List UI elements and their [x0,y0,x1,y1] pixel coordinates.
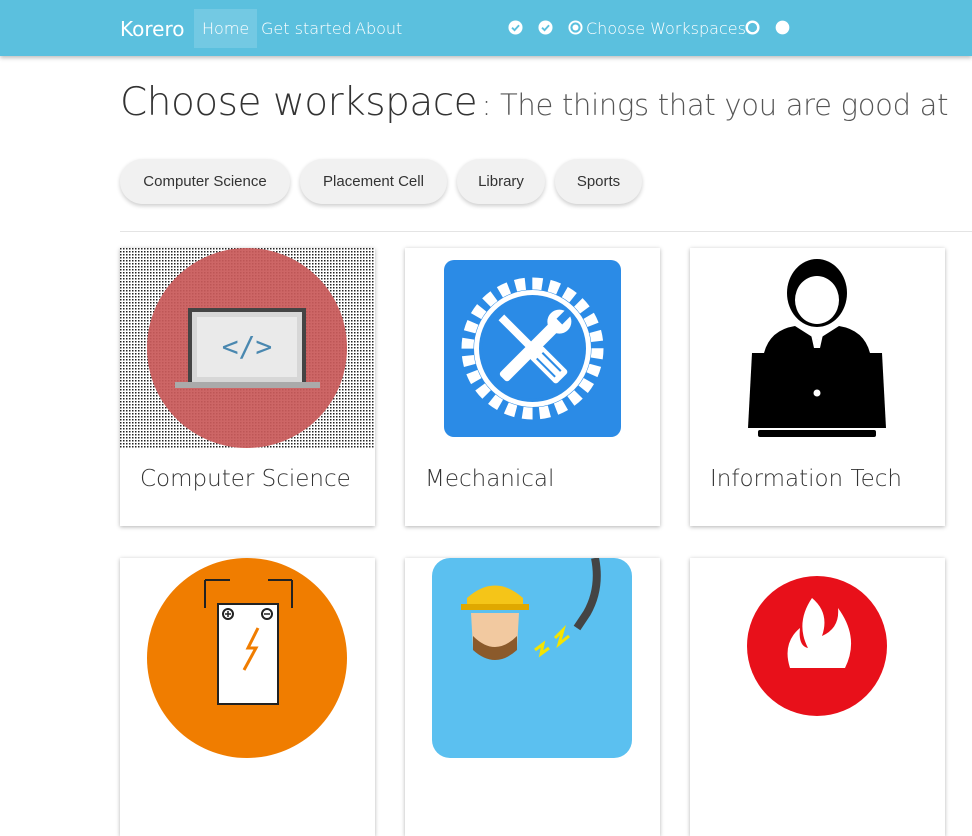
workspace-card-fire[interactable] [690,558,945,836]
page-subtitle: : The things that you are good at [481,88,949,122]
check-circle-icon [538,20,553,35]
nav-home-link[interactable]: Home [194,9,258,48]
nav-get-started-link[interactable]: Get started [253,9,360,48]
workspace-card-computer-science[interactable]: </> Computer Science [120,248,375,526]
section-divider [120,231,972,232]
radio-dot-icon [568,20,583,35]
workspace-card-mechanical[interactable]: Mechanical [405,248,660,526]
workspace-card-electrician[interactable] [405,558,660,836]
current-step-label: Choose Workspaces [586,19,746,38]
chip-sports[interactable]: Sports [555,159,642,204]
check-circle-icon [508,20,523,35]
chip-computer-science[interactable]: Computer Science [120,159,290,204]
gear-tools-icon [444,260,621,437]
top-navbar: Korero Home Get started About Choose Wor… [0,0,972,56]
card-title: Information Tech [710,466,902,492]
workspace-card-information-tech[interactable]: Information Tech [690,248,945,526]
card-title: Mechanical [425,466,555,492]
filled-dot-icon [775,20,790,35]
person-laptop-icon [748,259,886,437]
chip-placement-cell[interactable]: Placement Cell [300,159,447,204]
svg-text:</>: </> [222,330,273,363]
laptop-code-icon: </> [120,248,375,448]
chip-library[interactable]: Library [457,159,545,204]
workspace-card-battery[interactable] [120,558,375,836]
nav-about-link[interactable]: About [347,9,410,48]
battery-icon [147,558,347,758]
electrician-icon [432,558,632,758]
flame-icon [747,576,887,716]
page-title: Choose workspace [120,80,478,125]
ring-icon [745,20,760,35]
card-title: Computer Science [140,466,351,492]
page-heading: Choose workspace : The things that you a… [120,80,948,125]
brand-logo[interactable]: Korero [120,17,184,41]
